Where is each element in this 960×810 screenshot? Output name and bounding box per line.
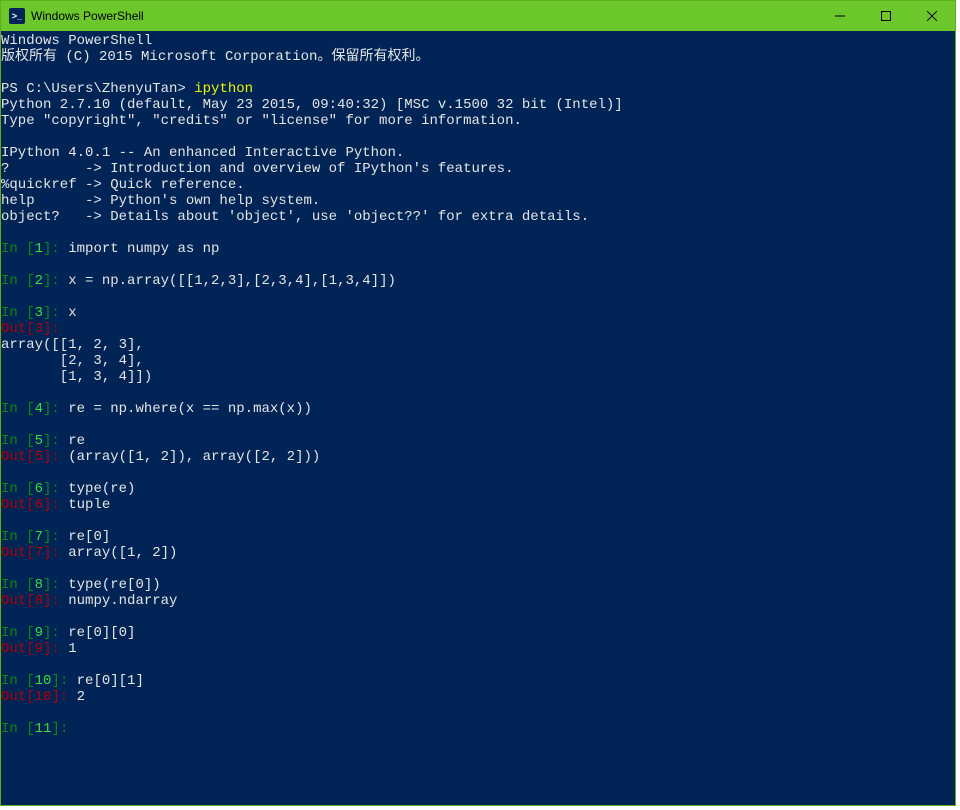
in-code: re <box>68 433 85 449</box>
in-prompt: In [ <box>1 577 35 593</box>
powershell-window: >_ Windows PowerShell Windows PowerShell… <box>0 0 956 806</box>
in-code: x = np.array([[1,2,3],[2,3,4],[1,3,4]]) <box>68 273 396 289</box>
in-number: 8 <box>35 577 43 593</box>
in-number: 9 <box>35 625 43 641</box>
ps-header-line: Windows PowerShell <box>1 33 152 49</box>
python-info: Type "copyright", "credits" or "license"… <box>1 113 522 129</box>
ps-prompt-path: PS C:\Users\ZhenyuTan> <box>1 81 194 97</box>
in-number: 3 <box>35 305 43 321</box>
out-number: 3 <box>35 321 43 337</box>
in-number: 1 <box>35 241 43 257</box>
in-number: 6 <box>35 481 43 497</box>
minimize-icon <box>835 11 845 21</box>
title-bar[interactable]: >_ Windows PowerShell <box>1 1 955 31</box>
in-code: type(re) <box>68 481 135 497</box>
out-number: 9 <box>35 641 43 657</box>
python-banner: Python 2.7.10 (default, May 23 2015, 09:… <box>1 97 623 113</box>
out-text: (array([1, 2]), array([2, 2])) <box>68 449 320 465</box>
ipy-help-4: object? -> Details about 'object', use '… <box>1 209 589 225</box>
powershell-icon: >_ <box>9 8 25 24</box>
out-text: tuple <box>68 497 110 513</box>
out-text: array([[1, 2, 3], [2, 3, 4], [1, 3, 4]]) <box>1 337 152 385</box>
terminal-area[interactable]: Windows PowerShell 版权所有 (C) 2015 Microso… <box>1 31 955 805</box>
window-title: Windows PowerShell <box>31 9 144 23</box>
in-number: 11 <box>35 721 52 737</box>
in-number: 2 <box>35 273 43 289</box>
out-prompt: Out[ <box>1 593 35 609</box>
ipy-help-1: ? -> Introduction and overview of IPytho… <box>1 161 513 177</box>
close-icon <box>927 11 937 21</box>
in-code: re[0] <box>68 529 110 545</box>
in-prompt: In [ <box>1 433 35 449</box>
minimize-button[interactable] <box>817 1 863 31</box>
maximize-icon <box>881 11 891 21</box>
in-prompt: In [ <box>1 529 35 545</box>
ps-copyright-line: 版权所有 (C) 2015 Microsoft Corporation。保留所有… <box>1 49 429 65</box>
in-prompt: In [ <box>1 401 35 417</box>
out-prompt: Out[ <box>1 641 35 657</box>
in-prompt: In [ <box>1 721 35 737</box>
out-prompt: Out[ <box>1 545 35 561</box>
in-code: type(re[0]) <box>68 577 160 593</box>
out-number: 5 <box>35 449 43 465</box>
maximize-button[interactable] <box>863 1 909 31</box>
in-prompt: In [ <box>1 625 35 641</box>
out-text: array([1, 2]) <box>68 545 177 561</box>
out-prompt: Out[ <box>1 497 35 513</box>
in-number: 7 <box>35 529 43 545</box>
in-number: 4 <box>35 401 43 417</box>
in-prompt: In [ <box>1 481 35 497</box>
in-number: 10 <box>35 673 52 689</box>
ps-command: ipython <box>194 81 253 97</box>
out-number: 7 <box>35 545 43 561</box>
out-text: numpy.ndarray <box>68 593 177 609</box>
out-text: 1 <box>68 641 76 657</box>
out-text: 2 <box>77 689 85 705</box>
in-code: re = np.where(x == np.max(x)) <box>68 401 312 417</box>
in-prompt: In [ <box>1 305 35 321</box>
close-button[interactable] <box>909 1 955 31</box>
out-prompt: Out[ <box>1 449 35 465</box>
ipy-help-3: help -> Python's own help system. <box>1 193 320 209</box>
in-prompt: In [ <box>1 673 35 689</box>
in-prompt: In [ <box>1 273 35 289</box>
in-code: import numpy as np <box>68 241 219 257</box>
in-code: re[0][0] <box>68 625 135 641</box>
in-prompt: In [ <box>1 241 35 257</box>
out-number: 6 <box>35 497 43 513</box>
in-code: x <box>68 305 76 321</box>
out-prompt: Out[ <box>1 689 35 705</box>
out-number: 10 <box>35 689 52 705</box>
in-number: 5 <box>35 433 43 449</box>
ipython-banner: IPython 4.0.1 -- An enhanced Interactive… <box>1 145 404 161</box>
in-code: re[0][1] <box>77 673 144 689</box>
out-prompt: Out[ <box>1 321 35 337</box>
ipy-help-2: %quickref -> Quick reference. <box>1 177 245 193</box>
out-number: 8 <box>35 593 43 609</box>
